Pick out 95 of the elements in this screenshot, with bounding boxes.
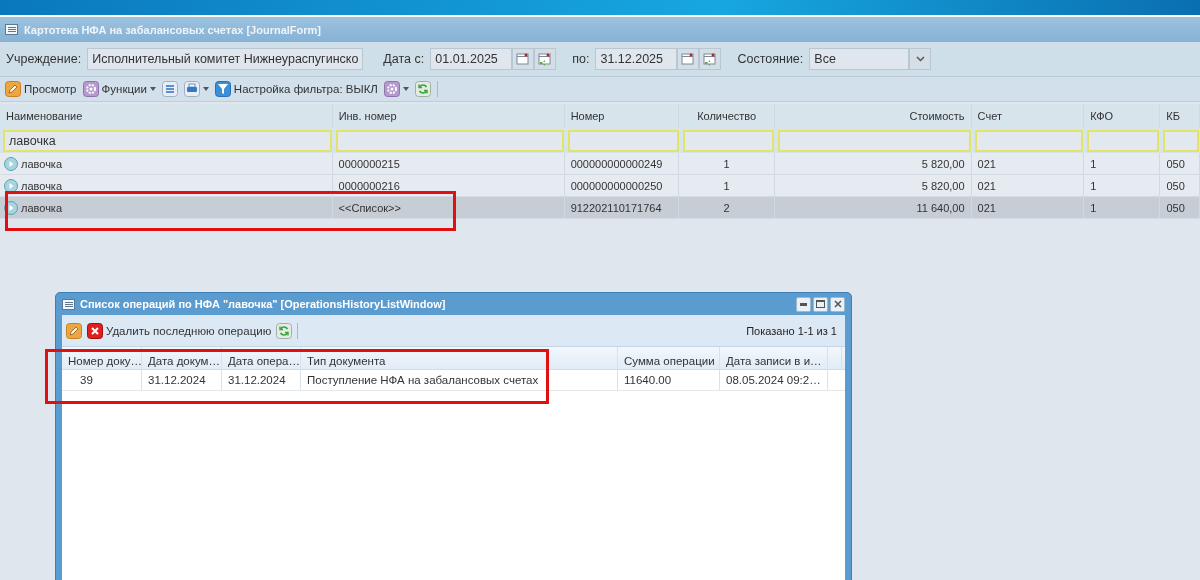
field-label: Учреждение: xyxy=(6,52,82,66)
table-cell: 11640.00 xyxy=(618,370,720,390)
toolbar-icon-button[interactable] xyxy=(276,322,293,339)
toolbar-button[interactable]: Настройка фильтра: ВЫКЛ xyxy=(214,81,378,97)
paging-info: Показано 1-1 из 1 xyxy=(746,324,837,337)
table-cell: 1 xyxy=(1084,175,1161,196)
table-cell: 1 xyxy=(1084,153,1161,174)
dropdown-button[interactable] xyxy=(909,48,932,70)
refresh-icon xyxy=(276,322,293,339)
table-row[interactable]: лавочка <<Список>> 912202110171764 2 11 640,00 021 1 050 xyxy=(0,197,1200,219)
table-cell: 050 xyxy=(1160,175,1200,196)
table-cell: 0000000216 xyxy=(332,175,565,196)
table-cell: 31.12.2024 xyxy=(142,370,222,390)
table-cell: Поступление НФА на забалансовых счетах xyxy=(301,370,618,390)
minimize-button[interactable] xyxy=(796,296,811,312)
table-cell: лавочка xyxy=(21,201,63,214)
table-cell: лавочка xyxy=(21,157,63,170)
column-header[interactable]: Дата опера… xyxy=(222,347,301,369)
column-header[interactable]: Тип документа xyxy=(301,347,618,369)
field-label: Состояние: xyxy=(737,52,804,66)
list-icon xyxy=(62,298,75,310)
funnel-icon xyxy=(214,81,231,97)
calendar-button[interactable] xyxy=(699,48,722,70)
table-cell: 08.05.2024 09:2… xyxy=(720,370,828,390)
toolbar-icon-button[interactable] xyxy=(383,81,409,97)
toolbar-icon-button[interactable] xyxy=(183,81,209,97)
column-header[interactable]: Дата докум… xyxy=(142,347,222,369)
table-cell: 000000000000249 xyxy=(564,153,680,174)
dialog-title: Список операций по НФА "лавочка" [OperationsHistoryListWindow] xyxy=(80,298,446,310)
toolbar-icon-button[interactable] xyxy=(66,322,82,339)
table-row[interactable]: лавочка 0000000216 000000000000250 1 5 820,00 021 1 050 xyxy=(0,175,1200,197)
table-cell: 39 xyxy=(62,370,142,390)
table-cell: 1 xyxy=(679,175,776,196)
table-cell: 912202110171764 xyxy=(564,197,680,218)
filter-field[interactable] xyxy=(1087,130,1160,152)
date-field[interactable]: 31.12.2025 xyxy=(595,48,678,70)
toolbar-button[interactable]: Просмотр xyxy=(5,81,77,97)
table-cell: 5 820,00 xyxy=(775,153,972,174)
maximize-button[interactable] xyxy=(813,296,828,312)
gear-icon xyxy=(82,81,99,97)
toolbar-button[interactable]: Удалить последнюю операцию xyxy=(87,322,272,339)
table-cell: 31.12.2024 xyxy=(222,370,301,390)
table-cell: 021 xyxy=(971,175,1085,196)
calendar-button[interactable] xyxy=(677,48,700,70)
table-cell: лавочка xyxy=(21,179,63,192)
delete-icon xyxy=(87,322,103,339)
maximize-icon xyxy=(816,300,825,308)
calendar-icon xyxy=(516,52,531,66)
field-label: Дата с: xyxy=(383,52,425,66)
institution-field[interactable]: Исполнительный комитет Нижнеураспугинско xyxy=(87,48,364,70)
column-header[interactable]: Сумма операции xyxy=(618,347,720,369)
table-cell: 021 xyxy=(971,197,1085,218)
pencil-icon xyxy=(5,81,21,97)
calendar-button[interactable] xyxy=(534,48,557,70)
toolbar-icon-button[interactable] xyxy=(414,81,431,97)
filter-field[interactable]: лавочка xyxy=(3,130,332,152)
table-cell: 0000000215 xyxy=(332,153,565,174)
table-cell: 5 820,00 xyxy=(775,175,972,196)
filter-field[interactable] xyxy=(567,130,679,152)
table-cell: 11 640,00 xyxy=(775,197,972,218)
chevron-down-icon xyxy=(915,56,925,62)
table-cell: <<Список>> xyxy=(332,197,565,218)
table-cell: 021 xyxy=(971,153,1085,174)
calendar-button[interactable] xyxy=(512,48,535,70)
filter-field[interactable] xyxy=(1163,130,1199,152)
toolbar-icon-button[interactable] xyxy=(161,81,178,97)
table-cell: 1 xyxy=(679,153,776,174)
minimize-icon xyxy=(800,302,807,306)
table-cell: 050 xyxy=(1160,197,1200,218)
date-field[interactable]: 01.01.2025 xyxy=(430,48,513,70)
status-dropdown[interactable]: Все xyxy=(809,48,910,70)
window-title: Картотека НФА на забалансовых счетах [JournalForm] xyxy=(24,23,321,36)
column-header[interactable]: Номер доку… xyxy=(62,347,142,369)
list-icon xyxy=(5,24,18,35)
filter-field[interactable] xyxy=(974,130,1084,152)
printer-icon xyxy=(183,81,200,97)
pencil-icon xyxy=(66,322,82,339)
close-icon xyxy=(833,300,842,308)
column-header[interactable]: Дата записи в и… xyxy=(720,347,828,369)
list-icon xyxy=(161,81,178,97)
toolbar-button[interactable]: Функции xyxy=(82,81,156,97)
table-cell: 000000000000250 xyxy=(564,175,680,196)
filter-field[interactable] xyxy=(682,130,775,152)
close-button[interactable] xyxy=(830,296,845,312)
filter-field[interactable] xyxy=(335,130,564,152)
calendar-icon xyxy=(681,52,696,66)
table-cell: 050 xyxy=(1160,153,1200,174)
play-icon[interactable] xyxy=(4,156,18,171)
refresh-icon xyxy=(414,81,431,97)
table-row[interactable]: лавочка 0000000215 000000000000249 1 5 820,00 021 1 050 xyxy=(0,153,1200,175)
table-cell: 1 xyxy=(1084,197,1161,218)
filter-field[interactable] xyxy=(778,130,971,152)
field-label: по: xyxy=(572,52,590,66)
table-cell: 2 xyxy=(679,197,776,218)
gear-icon xyxy=(383,81,400,97)
